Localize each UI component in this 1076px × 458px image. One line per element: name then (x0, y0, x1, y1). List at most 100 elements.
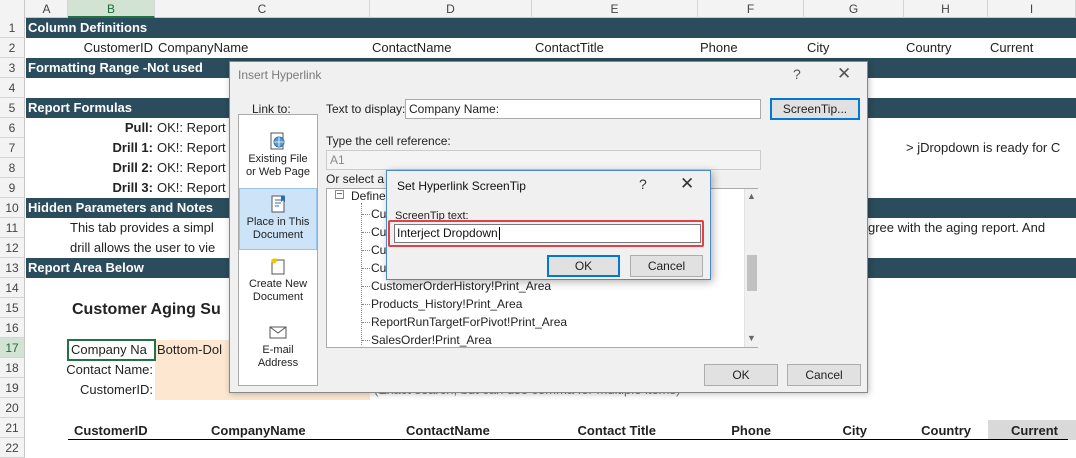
text-to-display-input[interactable]: Company Name: (405, 99, 761, 119)
screentip-button[interactable]: ScreenTip... (770, 98, 860, 120)
row-header[interactable]: 15 (0, 298, 25, 318)
link-option-create-new[interactable]: Create New Document (239, 257, 317, 309)
column-header-h[interactable]: H (904, 0, 988, 18)
formula-value-drill-3[interactable]: OK!: Report (157, 178, 229, 198)
cell-g2[interactable]: City (807, 38, 902, 58)
highlight-annotation (388, 220, 704, 247)
scroll-down-icon[interactable]: ▼ (747, 333, 756, 343)
column-header-d[interactable]: D (370, 0, 532, 18)
screentip-cancel-button[interactable]: Cancel (630, 255, 703, 277)
report-col-current[interactable]: Current (988, 421, 1058, 441)
close-icon[interactable]: ✕ (837, 64, 851, 84)
cell-f2[interactable]: Phone (700, 38, 800, 58)
link-option-place-in-document[interactable]: Place in This Document (239, 188, 317, 250)
cell-reference-input[interactable]: A1 (326, 150, 761, 170)
row-header[interactable]: 14 (0, 278, 25, 298)
cell-b2[interactable]: CustomerID (70, 38, 153, 58)
tree-item[interactable]: ReportRunTargetForPivot!Print_Area (371, 315, 567, 329)
column-header-f[interactable]: F (698, 0, 804, 18)
row-header[interactable]: 4 (0, 78, 25, 98)
help-icon[interactable]: ? (793, 66, 801, 82)
close-icon[interactable]: ✕ (680, 174, 694, 194)
link-option-line-2: Document (252, 229, 304, 241)
report-title[interactable]: Customer Aging Su (72, 299, 229, 321)
ok-button[interactable]: OK (704, 364, 778, 386)
notes-line-1-right[interactable]: gree with the aging report. And (868, 218, 1076, 238)
row-header[interactable]: 13 (0, 258, 25, 278)
tree-item[interactable]: Cu (371, 225, 386, 239)
report-col-companyname[interactable]: CompanyName (211, 421, 366, 441)
cell-c2[interactable]: CompanyName (158, 38, 368, 58)
formula-value-drill-1[interactable]: OK!: Report (157, 138, 229, 158)
formula-label-drill-2[interactable]: Drill 2: (70, 158, 153, 178)
tree-scrollbar[interactable]: ▲ ▼ (744, 189, 758, 347)
row-header[interactable]: 18 (0, 358, 25, 378)
report-col-city[interactable]: City (804, 421, 867, 441)
cell-i2[interactable]: Current (990, 38, 1074, 58)
column-header-i[interactable]: I (988, 0, 1076, 18)
link-option-email[interactable]: E-mail Address (239, 323, 317, 375)
column-header-a[interactable]: A (26, 0, 68, 18)
row-header[interactable]: 2 (0, 38, 25, 58)
email-icon (269, 326, 287, 339)
column-header-g[interactable]: G (804, 0, 904, 18)
help-icon[interactable]: ? (639, 176, 647, 192)
row-header[interactable]: 9 (0, 178, 25, 198)
tree-item[interactable]: SalesOrder!Print_Area (371, 333, 492, 347)
notes-line-1-left[interactable]: This tab provides a simpl (70, 218, 229, 238)
section-band-column-definitions[interactable]: Column Definitions (26, 18, 1076, 38)
formula-value-pull[interactable]: OK!: Report (157, 118, 229, 138)
row-header[interactable]: 11 (0, 218, 25, 238)
tree-item[interactable]: Cu (371, 243, 386, 257)
row-header[interactable]: 10 (0, 198, 25, 218)
tree-connector (362, 304, 370, 305)
link-option-existing-file[interactable]: Existing File or Web Page (239, 132, 317, 184)
row-header[interactable]: 22 (0, 438, 25, 458)
report-col-customerid[interactable]: CustomerID (74, 421, 155, 441)
report-col-contactname[interactable]: ContactName (406, 421, 530, 441)
row-header[interactable]: 16 (0, 318, 25, 338)
notes-line-2-left[interactable]: drill allows the user to vie (70, 238, 229, 258)
formula-label-drill-3[interactable]: Drill 3: (70, 178, 153, 198)
cell-e2[interactable]: ContactTitle (535, 38, 695, 58)
formula-label-drill-1[interactable]: Drill 1: (70, 138, 153, 158)
link-option-line-1: E-mail (262, 344, 294, 356)
cell-h2[interactable]: Country (906, 38, 986, 58)
report-col-contacttitle[interactable]: Contact Title (532, 421, 657, 441)
tree-item[interactable]: CustomerOrderHistory!Print_Area (371, 279, 551, 293)
tree-connector (362, 340, 370, 341)
row-header[interactable]: 5 (0, 98, 25, 118)
collapse-icon[interactable]: − (335, 190, 344, 200)
tree-item[interactable]: Cu (371, 207, 386, 221)
tree-item[interactable]: Cu (371, 261, 386, 275)
row-header[interactable]: 8 (0, 158, 25, 178)
formula-value-drill-2[interactable]: OK!: Report (157, 158, 229, 178)
cancel-button[interactable]: Cancel (787, 364, 861, 386)
company-name-value[interactable]: Bottom-Dol (157, 340, 229, 360)
row-header[interactable]: 19 (0, 378, 25, 398)
link-option-line-2: Address (257, 357, 299, 369)
row-header[interactable]: 20 (0, 398, 25, 418)
column-header-b[interactable]: B (68, 0, 155, 18)
row-header[interactable]: 12 (0, 238, 25, 258)
row-header[interactable]: 3 (0, 58, 25, 78)
formula-label-pull[interactable]: Pull: (70, 118, 153, 138)
column-header-c[interactable]: C (155, 0, 370, 18)
row-header[interactable]: 1 (0, 18, 25, 38)
row-header[interactable]: 17 (0, 338, 25, 358)
cell-d2[interactable]: ContactName (372, 38, 530, 58)
screentip-ok-button[interactable]: OK (547, 255, 620, 277)
row-header[interactable]: 6 (0, 118, 25, 138)
tree-connector (362, 214, 370, 215)
tree-connector (362, 250, 370, 251)
report-col-country[interactable]: Country (904, 421, 971, 441)
tree-item[interactable]: Products_History!Print_Area (371, 297, 522, 311)
scrollbar-thumb[interactable] (747, 255, 757, 291)
scroll-up-icon[interactable]: ▲ (747, 191, 756, 201)
report-col-phone[interactable]: Phone (698, 421, 771, 441)
row-header[interactable]: 7 (0, 138, 25, 158)
column-header-e[interactable]: E (532, 0, 698, 18)
select-all-corner[interactable] (0, 0, 25, 18)
jdropdown-note[interactable]: > jDropdown is ready for C (906, 138, 1076, 158)
row-header[interactable]: 21 (0, 418, 25, 438)
